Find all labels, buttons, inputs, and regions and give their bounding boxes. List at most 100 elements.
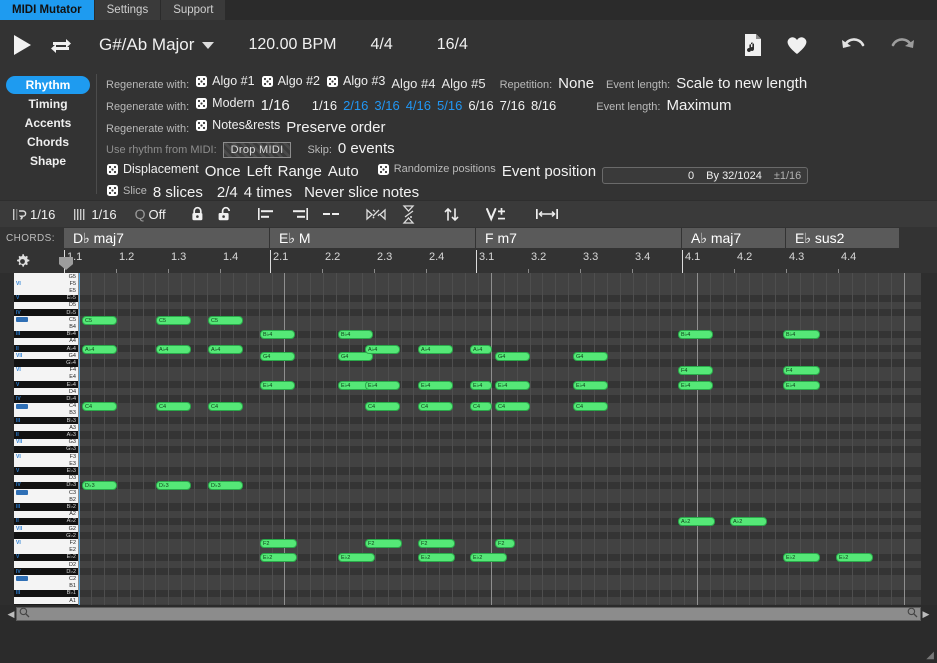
division-2-16[interactable]: 2/16 [343, 98, 368, 113]
piano-key[interactable]: B♭1 III [14, 589, 78, 597]
piano-key[interactable]: D4 [14, 388, 78, 396]
note-lane[interactable] [78, 582, 921, 590]
sidebar-item-chords[interactable]: Chords [6, 133, 90, 151]
midi-note[interactable]: A♭4 [82, 344, 117, 354]
resolution-value[interactable]: 1/16 [261, 97, 290, 114]
midi-note[interactable]: E♭4 [365, 380, 400, 390]
piano-key[interactable]: E5 [14, 287, 78, 295]
division-3-16[interactable]: 3/16 [374, 98, 399, 113]
piano-key[interactable]: D5 [14, 301, 78, 309]
chord-cell[interactable]: E♭ sus2 [786, 228, 899, 248]
redo-icon[interactable] [889, 34, 917, 56]
note-lane[interactable] [78, 460, 921, 468]
midi-note[interactable]: B♭4 [338, 330, 373, 340]
preserve-order-value[interactable]: Preserve order [286, 119, 385, 136]
note-lane[interactable] [78, 287, 921, 295]
midi-note[interactable]: D♭3 [208, 481, 243, 491]
piano-key[interactable]: G2 VII [14, 525, 78, 533]
piano-key[interactable]: F3 VI [14, 453, 78, 461]
note-lane[interactable] [78, 489, 921, 497]
tab-settings[interactable]: Settings [94, 0, 162, 20]
lock-closed-icon[interactable] [190, 206, 205, 222]
piano-key[interactable]: E4 [14, 373, 78, 381]
randomize-positions-button[interactable]: Randomize positions [377, 163, 496, 176]
piano-key[interactable]: E2 [14, 546, 78, 554]
repetition-value[interactable]: None [558, 75, 594, 92]
division-8-16[interactable]: 8/16 [531, 98, 556, 113]
midi-note[interactable]: C4 [156, 402, 191, 412]
midi-note[interactable]: A♭4 [470, 344, 492, 354]
velocity-plusminus-icon[interactable] [485, 206, 511, 222]
midi-note[interactable]: C4 [470, 402, 492, 412]
chevron-down-icon[interactable] [202, 41, 215, 49]
note-lane[interactable] [78, 294, 921, 302]
piano-key[interactable]: D♭3 IV [14, 481, 78, 489]
piano-key[interactable]: G4 VII [14, 352, 78, 360]
event-position-slider[interactable]: 0 By 32/1024 ±1/16 [602, 167, 809, 184]
piano-key[interactable]: D♭4 IV [14, 395, 78, 403]
division-1-16[interactable]: 1/16 [312, 98, 337, 113]
midi-note[interactable]: F4 [783, 366, 820, 376]
midi-note[interactable]: C4 [418, 402, 453, 412]
note-lane[interactable] [78, 431, 921, 439]
algo-2-button[interactable]: Algo #2 [261, 74, 320, 88]
slice-grid[interactable]: 2/4 [217, 184, 238, 201]
midi-note[interactable]: E♭2 [470, 553, 507, 563]
piano-key[interactable]: E♭4 V [14, 381, 78, 389]
loop-icon[interactable] [49, 35, 73, 55]
division-4-16[interactable]: 4/16 [406, 98, 431, 113]
midi-note[interactable]: G4 [260, 351, 295, 361]
align-right-icon[interactable] [289, 207, 309, 221]
midi-note[interactable]: F2 [495, 538, 515, 548]
note-lane[interactable] [78, 316, 921, 324]
division-5-16[interactable]: 5/16 [437, 98, 462, 113]
midi-note[interactable]: E♭4 [260, 380, 295, 390]
chord-cell[interactable]: D♭ maj7 [64, 228, 269, 248]
chord-cell[interactable]: F m7 [476, 228, 681, 248]
midi-note[interactable]: A♭4 [418, 344, 453, 354]
sidebar-item-timing[interactable]: Timing [6, 95, 90, 113]
zoom-in-icon[interactable] [907, 605, 918, 623]
midi-note[interactable]: E♭4 [418, 380, 453, 390]
align-center-icon[interactable] [321, 207, 341, 221]
align-left-icon[interactable] [257, 207, 277, 221]
displacement-left[interactable]: Left [247, 163, 272, 180]
midi-note[interactable]: G4 [573, 351, 608, 361]
displacement-once[interactable]: Once [205, 163, 241, 180]
piano-key[interactable]: G♭3 [14, 445, 78, 453]
piano-key[interactable]: G♭2 [14, 532, 78, 540]
skip-value[interactable]: 0 events [338, 140, 395, 157]
midi-note[interactable]: C4 [82, 402, 117, 412]
piano-key[interactable]: A♭2 II [14, 517, 78, 525]
sidebar-item-accents[interactable]: Accents [6, 114, 90, 132]
piano-key[interactable]: F2 VI [14, 539, 78, 547]
note-lane[interactable] [78, 575, 921, 583]
midi-note[interactable]: C4 [365, 402, 400, 412]
piano-key[interactable]: B♭4 III [14, 330, 78, 338]
quantize-grid-icon[interactable]: 1/16 [73, 207, 117, 222]
piano-key[interactable]: A4 [14, 337, 78, 345]
piano-key[interactable]: A3 [14, 424, 78, 432]
midi-note[interactable]: E♭2 [338, 553, 375, 563]
snap-grid-icon[interactable]: 1/16 [12, 207, 55, 222]
note-lane[interactable] [78, 589, 921, 597]
piano-key[interactable]: E♭3 V [14, 467, 78, 475]
note-lane[interactable] [78, 597, 921, 605]
piano-keyboard[interactable]: G5 F5 VI E5 E♭5 V D5 D♭5 IV C5 B4 B♭4 III A4 A♭4 II G4 VI… [14, 273, 78, 605]
note-lane[interactable] [78, 445, 921, 453]
never-slice-notes[interactable]: Never slice notes [304, 184, 419, 201]
chord-cell[interactable]: E♭ M [270, 228, 475, 248]
ruler-ticks[interactable]: 1.1 1.2 1.3 1.4 2.1 2.2 2.3 2.4 3.1 3.2 … [59, 249, 937, 273]
midi-note[interactable]: F2 [260, 538, 297, 548]
flip-horizontal-icon[interactable] [365, 206, 387, 223]
midi-note[interactable]: A♭4 [156, 344, 191, 354]
piano-key[interactable]: B1 [14, 582, 78, 590]
midi-note[interactable]: E♭4 [783, 380, 820, 390]
note-lane[interactable] [78, 568, 921, 576]
notes-rests-button[interactable]: Notes&rests [195, 118, 280, 132]
sidebar-item-shape[interactable]: Shape [6, 152, 90, 170]
pattern-length[interactable]: 16/4 [437, 36, 468, 54]
division-6-16[interactable]: 6/16 [468, 98, 493, 113]
piano-key[interactable]: D♭2 IV [14, 568, 78, 576]
note-lane[interactable] [78, 481, 921, 489]
